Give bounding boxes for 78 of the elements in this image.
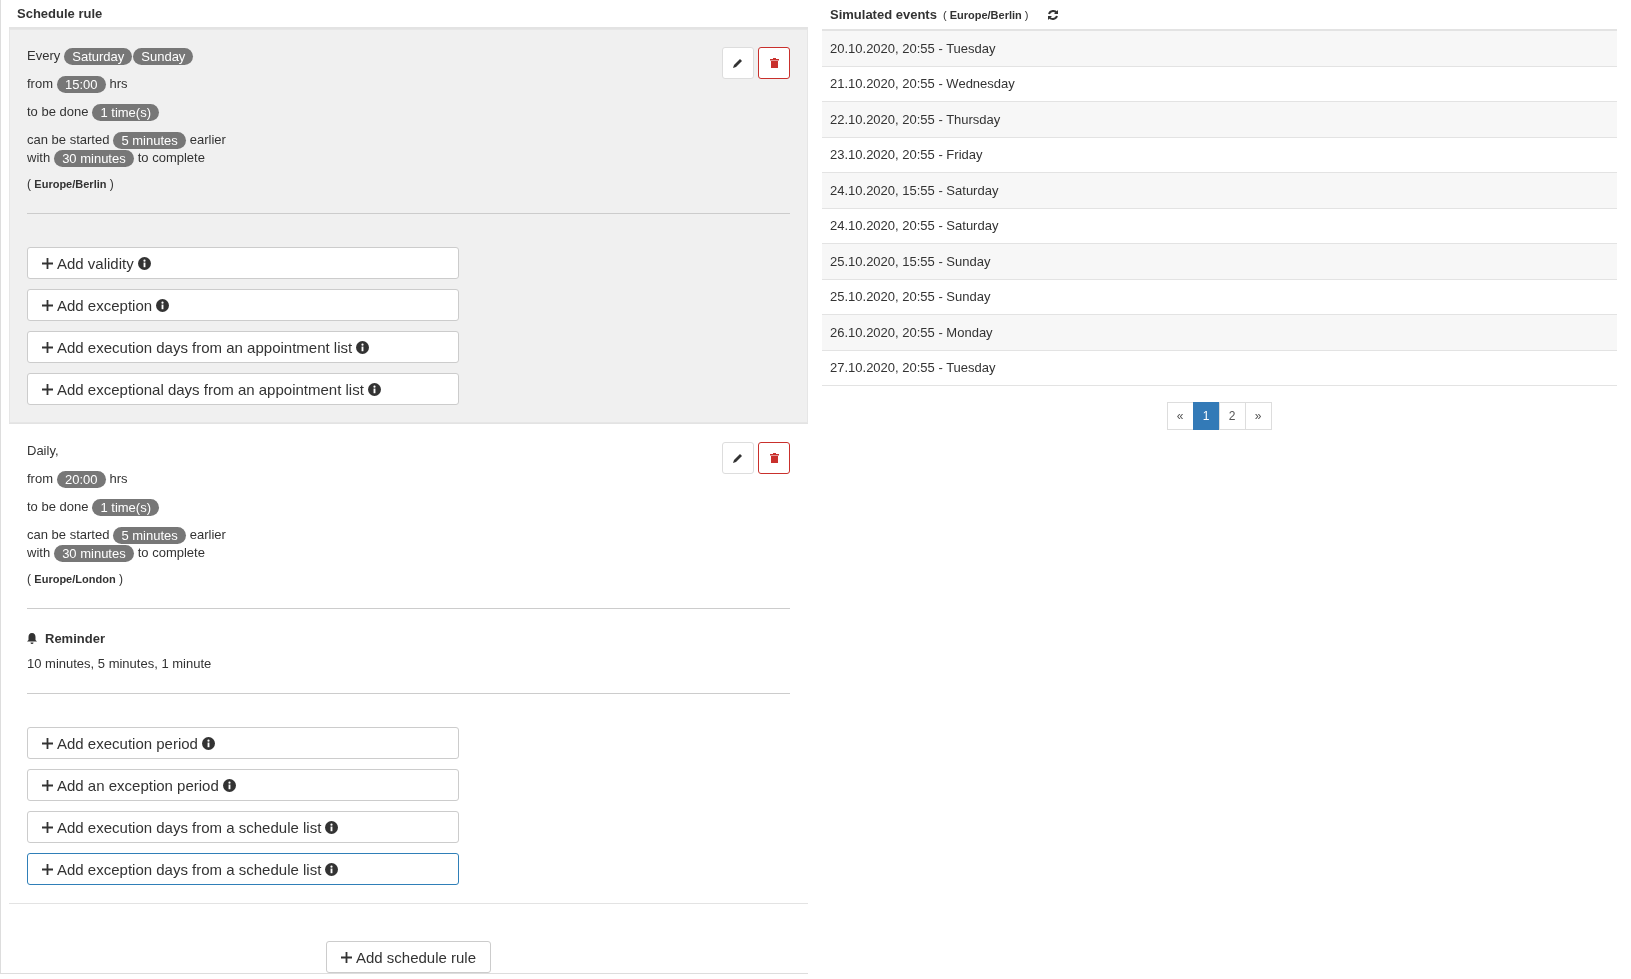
event-row: 20.10.2020, 20:55 - Tuesday — [822, 31, 1617, 67]
rule-text: from — [27, 75, 53, 93]
rule-text: earlier — [189, 131, 226, 149]
info-icon — [222, 778, 236, 792]
trash-icon — [769, 453, 779, 463]
plus-icon — [42, 863, 53, 875]
pencil-icon — [732, 57, 744, 69]
pencil-icon — [732, 452, 744, 464]
event-row: 22.10.2020, 20:55 - Thursday — [822, 102, 1617, 138]
reminder-title: Reminder — [45, 631, 105, 646]
reminder-text: 10 minutes, 5 minutes, 1 minute — [27, 656, 213, 671]
info-icon — [325, 862, 339, 876]
add-option-button[interactable]: Add exception days from a schedule list — [27, 853, 459, 885]
plus-icon — [42, 341, 53, 353]
event-row: 25.10.2020, 15:55 - Sunday — [822, 244, 1617, 280]
add-option-button[interactable]: Add exception — [27, 289, 459, 321]
value-badge: 5 minutes — [113, 526, 186, 544]
timezone-label: ( Europe/London ) — [27, 572, 124, 586]
event-row: 26.10.2020, 20:55 - Monday — [822, 315, 1617, 351]
value-badge: 5 minutes — [113, 131, 186, 149]
rule-text: Every — [27, 47, 61, 65]
page-button[interactable]: 2 — [1218, 402, 1246, 430]
value-badge: 1 time(s) — [92, 103, 159, 121]
bell-icon — [27, 633, 37, 644]
plus-icon — [340, 951, 352, 963]
page-button[interactable]: « — [1166, 402, 1194, 430]
add-option-button[interactable]: Add exceptional days from an appointment list — [27, 373, 459, 405]
add-option-button[interactable]: Add validity — [27, 247, 459, 279]
rule-text: from — [27, 470, 53, 488]
day-badge: Saturday — [64, 47, 133, 65]
add-option-button[interactable]: Add execution period — [27, 727, 459, 759]
trash-icon — [769, 58, 779, 68]
value-badge: 20:00 — [57, 470, 106, 488]
delete-button[interactable] — [758, 442, 790, 474]
rule-text: hrs — [109, 470, 128, 488]
info-icon — [325, 820, 339, 834]
add-option-button[interactable]: Add an exception period — [27, 769, 459, 801]
day-badge: Sunday — [133, 47, 194, 65]
value-badge: 30 minutes — [54, 544, 134, 562]
delete-button[interactable] — [758, 47, 790, 79]
edit-button[interactable] — [722, 442, 754, 474]
page-button[interactable]: 1 — [1192, 402, 1220, 430]
rule-text: can be started — [27, 131, 110, 149]
plus-icon — [42, 779, 53, 791]
info-icon — [356, 340, 370, 354]
rule-text: to be done — [27, 498, 89, 516]
value-badge: 15:00 — [57, 75, 106, 93]
add-option-button[interactable]: Add execution days from an appointment list — [27, 331, 459, 363]
plus-icon — [42, 383, 53, 395]
info-icon — [137, 256, 151, 270]
panel-title: Simulated events — [830, 7, 937, 22]
rule-text: with — [27, 544, 51, 562]
rule-text: earlier — [189, 526, 226, 544]
rule-text: hrs — [109, 75, 128, 93]
info-icon — [367, 382, 381, 396]
rule-text: to complete — [137, 544, 205, 562]
edit-button[interactable] — [722, 47, 754, 79]
plus-icon — [42, 737, 53, 749]
timezone-label: ( Europe/Berlin ) — [27, 177, 115, 191]
info-icon — [201, 736, 215, 750]
rule-text: with — [27, 149, 51, 167]
rule-text: Daily, — [27, 442, 59, 460]
rule-text: to be done — [27, 103, 89, 121]
rule-text: to complete — [137, 149, 205, 167]
value-badge: 1 time(s) — [92, 498, 159, 516]
timezone-label: ( Europe/Berlin ) — [942, 8, 1029, 21]
rule-text: can be started — [27, 526, 110, 544]
plus-icon — [42, 257, 53, 269]
add-schedule-rule-button[interactable]: Add schedule rule — [325, 941, 492, 973]
page-button[interactable]: » — [1244, 402, 1272, 430]
plus-icon — [42, 821, 53, 833]
event-row: 24.10.2020, 15:55 - Saturday — [822, 173, 1617, 209]
add-option-button[interactable]: Add execution days from a schedule list — [27, 811, 459, 843]
plus-icon — [42, 299, 53, 311]
refresh-icon[interactable] — [1046, 8, 1059, 21]
panel-title: Schedule rule — [17, 6, 103, 21]
value-badge: 30 minutes — [54, 149, 134, 167]
info-icon — [156, 298, 170, 312]
